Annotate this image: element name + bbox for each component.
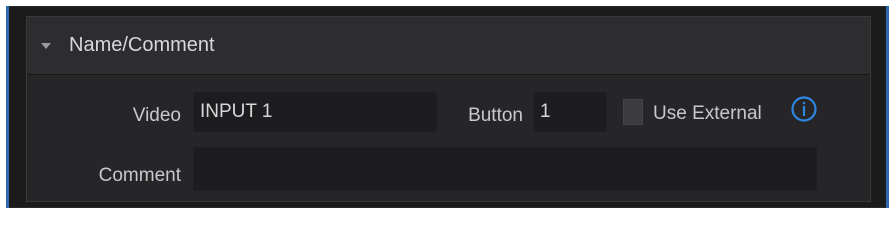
button-number-input[interactable]: 1 bbox=[533, 92, 607, 132]
use-external-label[interactable]: Use External bbox=[653, 102, 762, 126]
chevron-down-icon[interactable] bbox=[41, 43, 51, 49]
section-header[interactable]: Name/Comment bbox=[27, 17, 870, 75]
video-input[interactable]: INPUT 1 bbox=[193, 92, 437, 132]
info-icon[interactable] bbox=[790, 95, 818, 123]
section-title: Name/Comment bbox=[69, 34, 215, 56]
window-left-accent bbox=[6, 6, 9, 208]
comment-label: Comment bbox=[98, 165, 181, 186]
button-label: Button bbox=[468, 105, 523, 126]
comment-input[interactable] bbox=[193, 147, 817, 191]
name-comment-panel: Name/Comment Video INPUT 1 Button 1 Use … bbox=[26, 16, 871, 202]
use-external-checkbox[interactable] bbox=[623, 99, 643, 125]
video-label: Video bbox=[132, 105, 181, 126]
window-right-accent bbox=[886, 6, 889, 208]
